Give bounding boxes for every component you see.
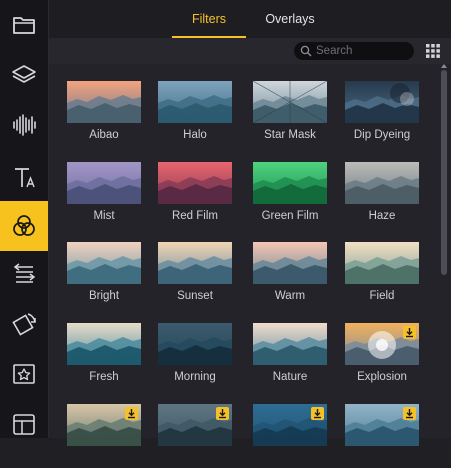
stickers-button[interactable]: [0, 349, 48, 399]
filter-thumbnail: [158, 323, 232, 365]
tab-filters-label: Filters: [191, 12, 227, 26]
download-icon[interactable]: [311, 407, 324, 420]
filter-thumbnail: [253, 323, 327, 365]
grid-view-icon[interactable]: [425, 43, 441, 59]
scroll-up-arrow-icon[interactable]: [441, 64, 447, 68]
filter-thumbnail: [67, 162, 141, 204]
filter-label: Halo: [183, 129, 207, 141]
text-icon: [15, 168, 35, 188]
filter-thumbnail: [345, 404, 419, 446]
filter-thumbnail: [67, 81, 141, 123]
download-icon[interactable]: [403, 407, 416, 420]
filter-thumbnail: [345, 81, 419, 123]
tab-overlays[interactable]: Overlays: [254, 0, 326, 38]
layers-button[interactable]: [0, 50, 48, 100]
filter-tile[interactable]: Warm: [253, 242, 327, 306]
filter-label: Nature: [272, 371, 308, 383]
filter-thumbnail: [158, 162, 232, 204]
filter-tile[interactable]: Mist: [67, 162, 141, 226]
filter-label: Morning: [174, 371, 216, 383]
filter-tile[interactable]: Dip Dyeing: [345, 81, 419, 145]
filter-tile[interactable]: [345, 404, 419, 468]
filter-thumbnail: [158, 404, 232, 446]
filters-panel: Filters Overlays Aibao Halo Star Mask Dip D…: [49, 0, 451, 446]
filter-label: Field: [369, 290, 395, 302]
filter-tile[interactable]: Halo: [158, 81, 232, 145]
filter-tile[interactable]: Bright: [67, 242, 141, 306]
filter-label: Aibao: [89, 129, 119, 141]
star-sticker-icon: [13, 364, 35, 384]
filter-tile[interactable]: Explosion: [345, 323, 419, 387]
search-icon: [300, 45, 312, 57]
filter-tile[interactable]: Red Film: [158, 162, 232, 226]
filter-thumbnail: [158, 242, 232, 284]
filter-label: Haze: [368, 210, 396, 222]
filter-tile[interactable]: Fresh: [67, 323, 141, 387]
filter-thumbnail: [67, 404, 141, 446]
layers-icon: [12, 65, 36, 83]
filter-label: Mist: [93, 210, 115, 222]
templates-button[interactable]: [0, 399, 48, 449]
filter-thumbnail: [67, 323, 141, 365]
filter-label: Red Film: [171, 210, 218, 222]
audio-button[interactable]: [0, 100, 48, 150]
filter-label: Sunset: [177, 290, 213, 302]
text-button[interactable]: [0, 152, 48, 202]
filter-tile[interactable]: Sunset: [158, 242, 232, 306]
filter-thumbnail: [253, 242, 327, 284]
filter-tile[interactable]: [67, 404, 141, 468]
filter-tile[interactable]: Nature: [253, 323, 327, 387]
filter-thumbnail: [253, 404, 327, 446]
filter-tile[interactable]: [158, 404, 232, 468]
filter-tile[interactable]: [253, 404, 327, 468]
filter-thumbnail: [345, 323, 419, 365]
filter-tile[interactable]: Aibao: [67, 81, 141, 145]
download-icon[interactable]: [216, 407, 229, 420]
transitions-icon: [13, 263, 36, 283]
search-box[interactable]: [294, 42, 414, 60]
tab-filters[interactable]: Filters: [172, 0, 246, 38]
scrollbar[interactable]: [440, 64, 448, 438]
filter-thumbnail: [158, 81, 232, 123]
filter-tile[interactable]: Green Film: [253, 162, 327, 226]
filters-circles-icon: [13, 215, 35, 236]
template-icon: [13, 414, 35, 435]
filter-label: Warm: [274, 290, 306, 302]
filter-label: Explosion: [357, 371, 407, 383]
tab-overlays-label: Overlays: [265, 12, 315, 26]
filter-tile[interactable]: Haze: [345, 162, 419, 226]
tab-bar: Filters Overlays: [49, 0, 451, 38]
filter-label: Bright: [88, 290, 120, 302]
filter-tile[interactable]: Morning: [158, 323, 232, 387]
filter-thumbnail: [345, 242, 419, 284]
filter-label: Green Film: [261, 210, 319, 222]
scrollbar-thumb[interactable]: [441, 70, 447, 275]
filter-label: Fresh: [89, 371, 119, 383]
media-folder-button[interactable]: [0, 0, 48, 50]
filter-label: Dip Dyeing: [353, 129, 411, 141]
transitions-button[interactable]: [0, 248, 48, 298]
filter-tile[interactable]: Star Mask: [253, 81, 327, 145]
filter-thumbnail: [253, 162, 327, 204]
crop-rotate-button[interactable]: [0, 299, 48, 349]
download-icon[interactable]: [403, 326, 416, 339]
rotate-square-icon: [12, 313, 36, 336]
audio-waveform-icon: [13, 114, 36, 136]
filter-label: Star Mask: [264, 129, 316, 141]
filter-tile[interactable]: Field: [345, 242, 419, 306]
search-input[interactable]: [316, 43, 408, 59]
left-tool-rail: [0, 0, 49, 438]
filter-thumbnail: [253, 81, 327, 123]
download-icon[interactable]: [125, 407, 138, 420]
filters-button[interactable]: [0, 201, 48, 251]
filter-thumbnail: [67, 242, 141, 284]
folder-icon: [13, 17, 35, 34]
filter-thumbnail: [345, 162, 419, 204]
search-bar: [49, 38, 451, 64]
